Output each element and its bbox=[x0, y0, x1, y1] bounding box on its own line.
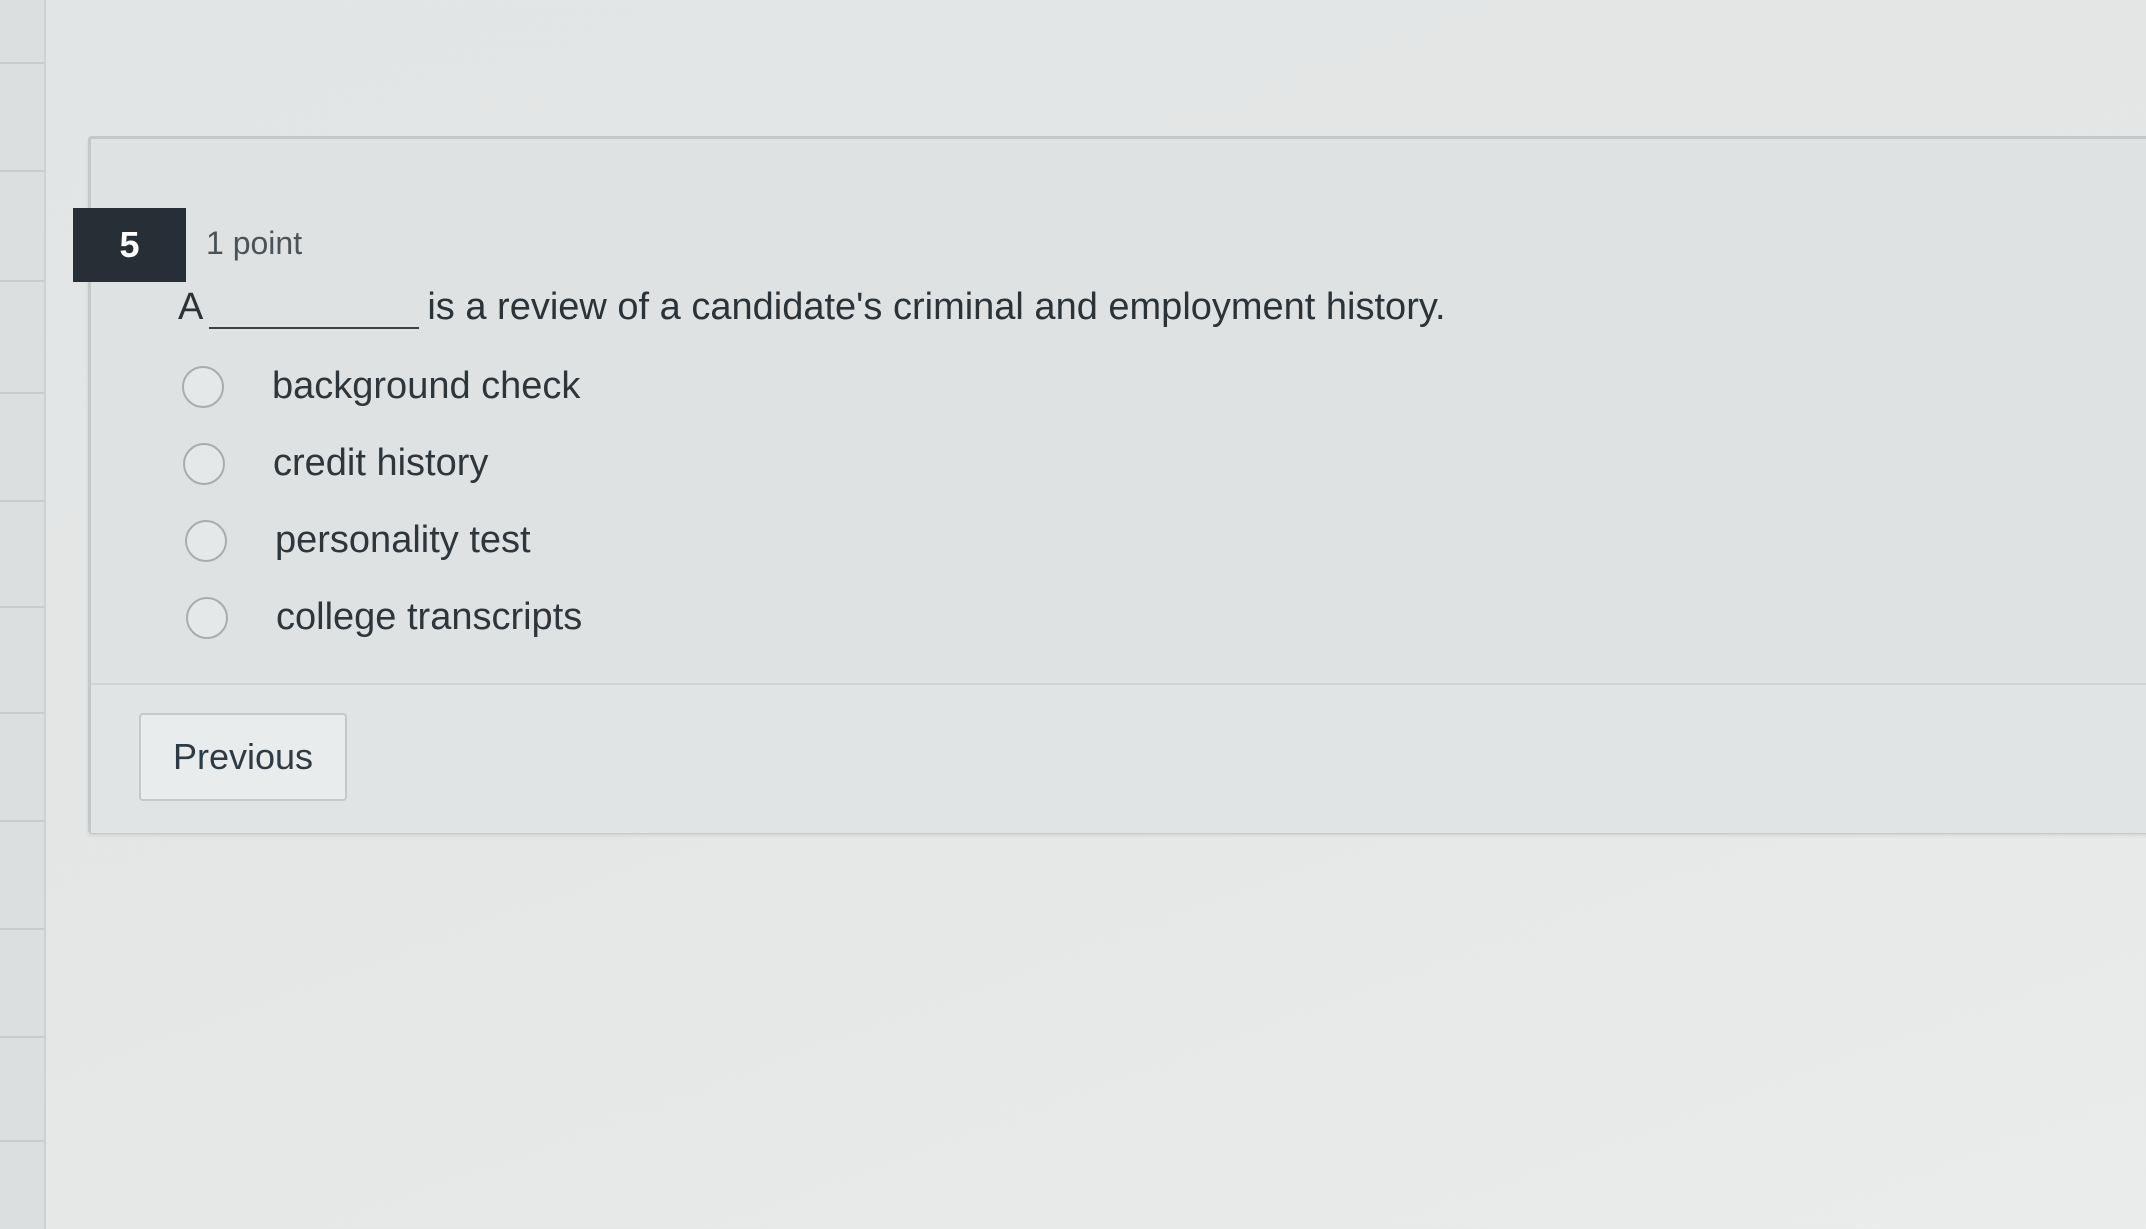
question-points: 1 point bbox=[206, 225, 303, 261]
previous-button[interactable]: Previous bbox=[139, 713, 347, 801]
answer-option-label[interactable]: college transcripts bbox=[276, 596, 582, 639]
answer-blank bbox=[209, 283, 420, 329]
question-prompt-end: is a review of a candidate's criminal an… bbox=[427, 286, 1446, 328]
sidebar-divider bbox=[0, 928, 44, 930]
question-card-footer bbox=[91, 683, 2146, 833]
answer-option-label[interactable]: background check bbox=[272, 365, 580, 408]
answer-option-label[interactable]: personality test bbox=[275, 519, 531, 562]
sidebar-divider bbox=[0, 820, 44, 822]
question-prompt-start: A bbox=[178, 286, 204, 328]
sidebar-divider bbox=[0, 500, 44, 502]
sidebar-divider bbox=[0, 62, 44, 64]
answer-option-label[interactable]: credit history bbox=[273, 442, 488, 485]
sidebar-divider bbox=[0, 1140, 44, 1142]
sidebar-divider bbox=[0, 392, 44, 394]
sidebar-divider bbox=[0, 170, 44, 172]
sidebar-divider bbox=[0, 1036, 44, 1038]
question-number-badge: 5 bbox=[73, 208, 186, 282]
answer-option[interactable]: personality test bbox=[185, 502, 582, 579]
left-sidebar-strip bbox=[0, 0, 46, 1229]
radio-unchecked-icon[interactable] bbox=[183, 442, 225, 485]
answer-option[interactable]: college transcripts bbox=[186, 579, 582, 656]
sidebar-divider bbox=[0, 280, 44, 282]
radio-unchecked-icon[interactable] bbox=[186, 596, 228, 639]
radio-unchecked-icon[interactable] bbox=[185, 519, 227, 562]
sidebar-divider bbox=[0, 712, 44, 714]
answer-options: background check credit history personal… bbox=[182, 348, 582, 656]
question-text: A is a review of a candidate's criminal … bbox=[178, 283, 1446, 329]
radio-unchecked-icon[interactable] bbox=[182, 365, 224, 408]
sidebar-divider bbox=[0, 606, 44, 608]
answer-option[interactable]: background check bbox=[182, 348, 582, 425]
answer-option[interactable]: credit history bbox=[183, 425, 582, 502]
